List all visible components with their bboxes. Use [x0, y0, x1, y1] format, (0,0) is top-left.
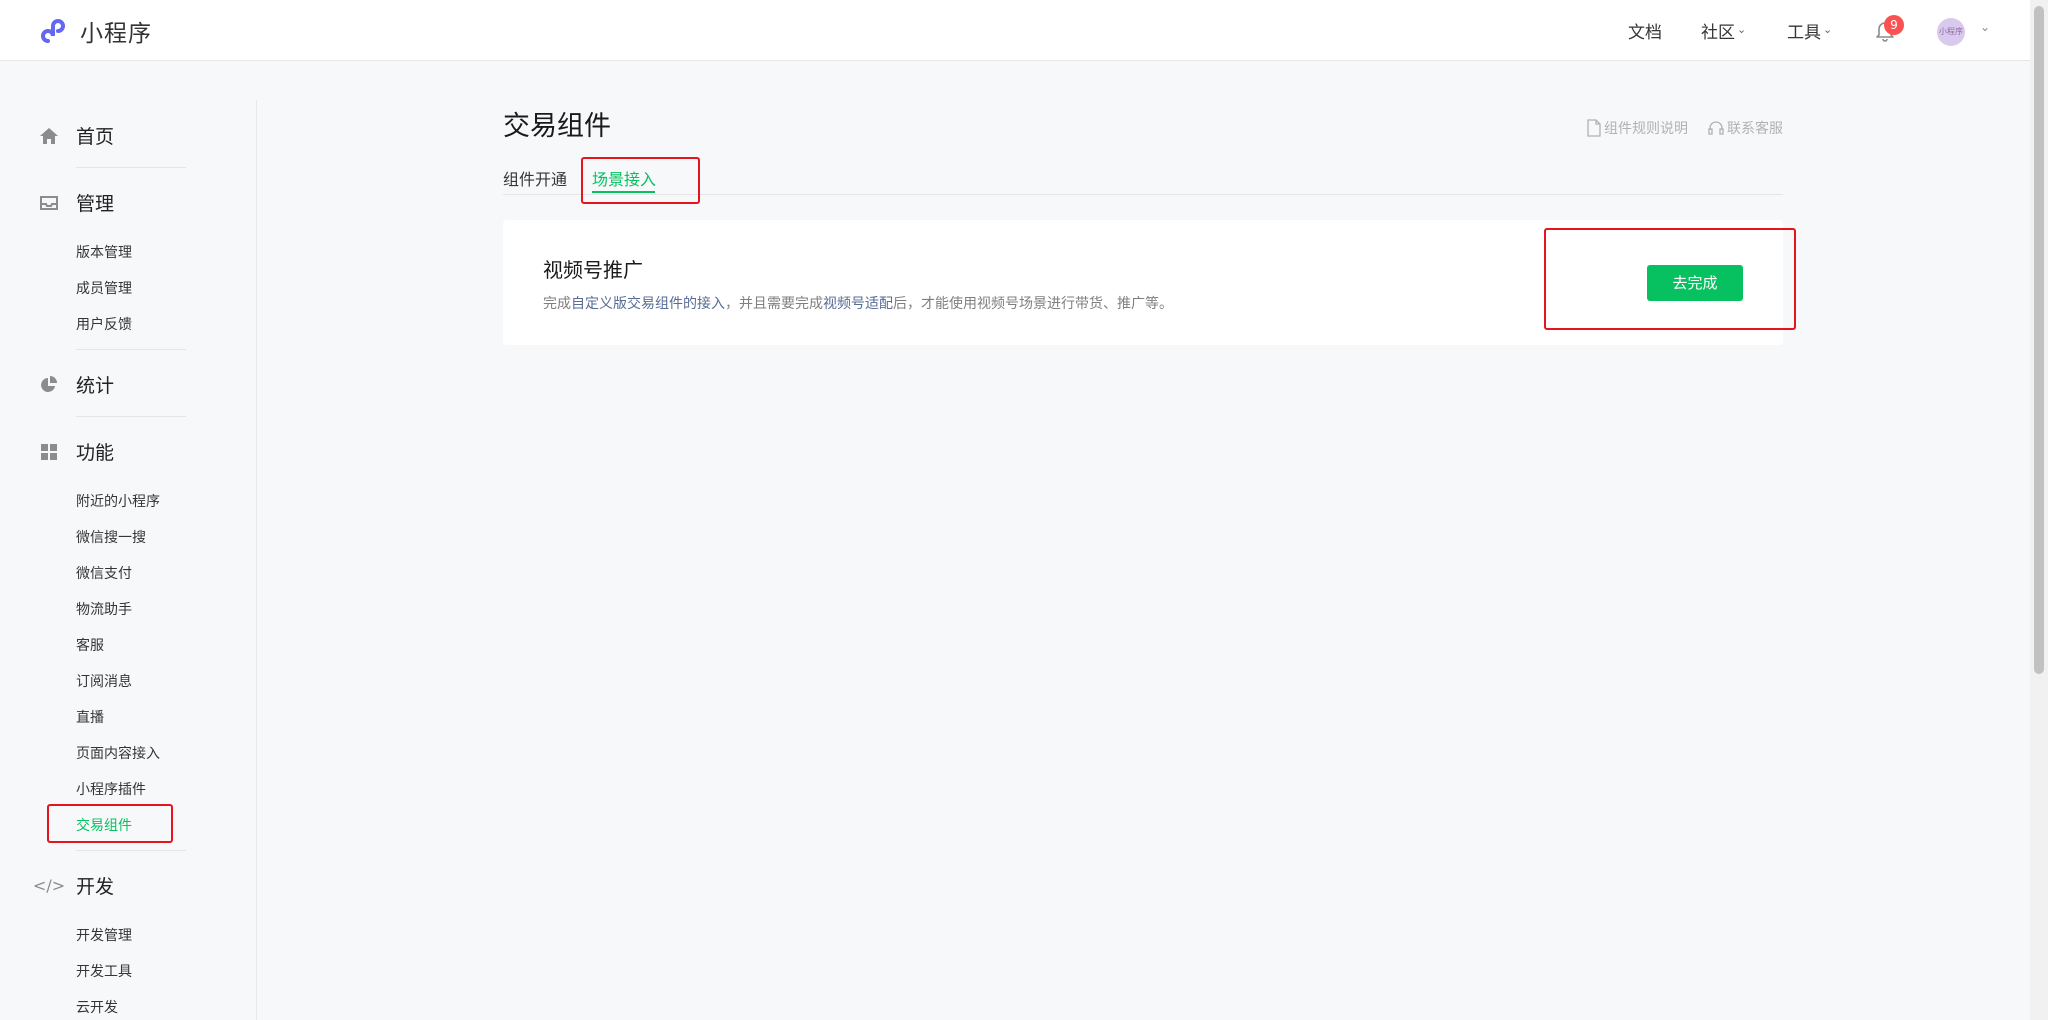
rules-link[interactable]: 组件规则说明	[1586, 118, 1688, 138]
grid-icon	[38, 441, 60, 463]
sidebar-item-manage[interactable]: 管理	[38, 189, 114, 216]
avatar[interactable]: 小程序	[1937, 18, 1965, 46]
sidebar-item-members[interactable]: 成员管理	[76, 278, 132, 298]
nav-community[interactable]: 社区 ⌄	[1701, 0, 1746, 60]
sidebar-item-label: 开发	[76, 876, 115, 898]
divider	[76, 416, 186, 417]
sidebar-item-label: 首页	[76, 126, 115, 148]
sidebar-item-version[interactable]: 版本管理	[76, 242, 132, 262]
page-title: 交易组件	[503, 111, 611, 142]
card-title: 视频号推广	[543, 258, 643, 282]
sidebar-item-page-content[interactable]: 页面内容接入	[76, 743, 160, 763]
card-description: 完成自定义版交易组件的接入，并且需要完成视频号适配后，才能使用视频号场景进行带货…	[543, 293, 1173, 313]
sidebar-item-label: 管理	[76, 193, 115, 215]
sidebar-item-dev-tools[interactable]: 开发工具	[76, 961, 132, 981]
chevron-down-icon: ⌄	[1823, 22, 1833, 36]
headset-icon	[1708, 121, 1724, 135]
desc-text: ，并且需要完成	[725, 296, 823, 312]
sidebar-item-wechat-pay[interactable]: 微信支付	[76, 563, 132, 583]
pie-chart-icon	[38, 374, 60, 396]
sidebar-item-home[interactable]: 首页	[38, 122, 114, 149]
sidebar-item-stats[interactable]: 统计	[38, 371, 114, 398]
top-bar: 小程序 文档 社区 ⌄ 工具 ⌄ 9 小程序 ⌄	[0, 0, 2030, 61]
logo-text: 小程序	[80, 21, 152, 47]
nav-docs[interactable]: 文档	[1628, 0, 1662, 60]
inbox-icon	[38, 192, 60, 214]
highlight-box-sidebar	[47, 804, 173, 843]
home-icon	[38, 125, 60, 147]
rules-link-label: 组件规则说明	[1604, 121, 1688, 137]
nav-tools-label: 工具	[1787, 22, 1821, 43]
sidebar-item-wechat-search[interactable]: 微信搜一搜	[76, 527, 146, 547]
sidebar-divider	[256, 100, 257, 1020]
document-icon	[1587, 119, 1601, 137]
sidebar-item-cloud-dev[interactable]: 云开发	[76, 997, 118, 1017]
chevron-down-icon: ⌄	[1737, 22, 1747, 36]
sidebar-item-plugins[interactable]: 小程序插件	[76, 779, 146, 799]
nav-docs-label: 文档	[1628, 22, 1662, 43]
support-link-label: 联系客服	[1727, 121, 1783, 137]
sidebar-item-develop[interactable]: </> 开发	[32, 872, 115, 899]
desc-text: 后，才能使用视频号场景进行带货、推广等。	[893, 296, 1173, 312]
sidebar-item-feedback[interactable]: 用户反馈	[76, 314, 132, 334]
desc-text: 完成	[543, 296, 571, 312]
divider	[76, 850, 186, 851]
sidebar-item-label: 统计	[76, 375, 115, 397]
notification-badge: 9	[1884, 15, 1904, 35]
highlight-box-tab	[581, 157, 700, 204]
chevron-down-icon[interactable]: ⌄	[1980, 20, 1990, 34]
divider	[76, 349, 186, 350]
sidebar-item-customer-service[interactable]: 客服	[76, 635, 104, 655]
nav-tools[interactable]: 工具 ⌄	[1787, 0, 1832, 60]
sidebar-item-features[interactable]: 功能	[38, 438, 114, 465]
support-link[interactable]: 联系客服	[1707, 118, 1783, 138]
sidebar-item-dev-manage[interactable]: 开发管理	[76, 925, 132, 945]
mini-program-logo-icon	[41, 19, 65, 43]
nav-community-label: 社区	[1701, 22, 1735, 43]
sidebar-item-subscribe[interactable]: 订阅消息	[76, 671, 132, 691]
divider	[76, 167, 186, 168]
tab-component-activation[interactable]: 组件开通	[503, 166, 567, 190]
scrollbar-thumb[interactable]	[2034, 6, 2044, 674]
custom-trade-component-link[interactable]: 自定义版交易组件的接入	[571, 296, 725, 312]
highlight-box-button	[1544, 228, 1796, 330]
channels-adaptation-link[interactable]: 视频号适配	[823, 296, 893, 312]
sidebar-item-label: 功能	[76, 442, 115, 464]
sidebar-item-nearby[interactable]: 附近的小程序	[76, 491, 160, 511]
logo[interactable]: 小程序	[38, 14, 152, 48]
code-icon: </>	[32, 876, 66, 895]
sidebar-item-logistics[interactable]: 物流助手	[76, 599, 132, 619]
sidebar-item-live[interactable]: 直播	[76, 707, 104, 727]
